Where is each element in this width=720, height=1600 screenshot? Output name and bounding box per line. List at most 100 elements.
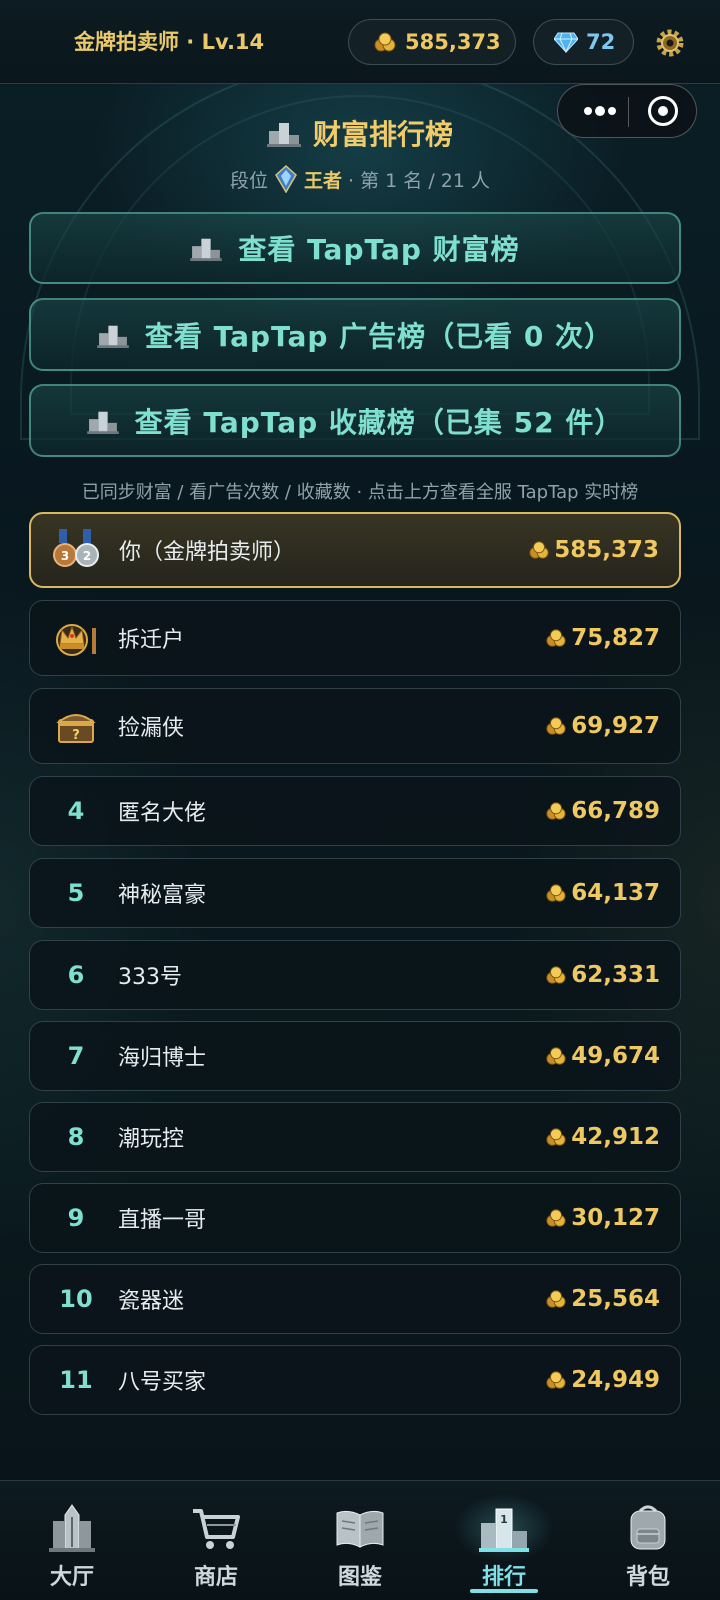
coin-balance[interactable]: 585,373 xyxy=(348,19,516,65)
tab-label: 图鉴 xyxy=(337,1565,382,1590)
rank-number: 7 xyxy=(67,1042,85,1070)
gold-coin-icon xyxy=(546,802,566,820)
bottom-tab-bar: 大厅 商店 图鉴 1 排行 背包 xyxy=(0,1480,720,1600)
coin-amount: 585,373 xyxy=(405,30,501,54)
backpack-icon xyxy=(630,1505,666,1550)
tab-backpack[interactable]: 背包 xyxy=(576,1481,720,1600)
tab-ranking[interactable]: 1 排行 xyxy=(432,1481,576,1600)
podium-icon: 1 xyxy=(479,1508,529,1552)
leaderboard-row[interactable]: 10 瓷器迷 25,564 xyxy=(29,1264,681,1334)
gold-coin-icon xyxy=(546,1209,566,1227)
podium-icon xyxy=(266,123,301,147)
diamond-icon xyxy=(554,32,578,53)
building-icon xyxy=(49,1504,95,1552)
podium-icon xyxy=(190,238,223,261)
leaderboard-row[interactable]: 6 333号 62,331 xyxy=(29,940,681,1010)
player-score: 24,949 xyxy=(545,1346,660,1414)
player-score: 25,564 xyxy=(545,1265,660,1333)
player-name: 拆迁户 xyxy=(118,628,185,653)
player-name: 瓷器迷 xyxy=(118,1289,185,1314)
leaderboard-row[interactable]: 8 潮玩控 42,912 xyxy=(29,1102,681,1172)
tab-label: 商店 xyxy=(193,1565,238,1590)
player-score: 42,912 xyxy=(545,1103,660,1171)
leaderboard-row[interactable]: 9 直播一哥 30,127 xyxy=(29,1183,681,1253)
player-score: 30,127 xyxy=(545,1184,660,1252)
player-score: 69,927 xyxy=(545,689,660,763)
tier-rank-line: 段位 王者 · 第 1 名 / 21 人 xyxy=(0,165,720,193)
score-value: 585,373 xyxy=(554,537,659,563)
player-name: 海归博士 xyxy=(118,1046,207,1071)
player-name: 神秘富豪 xyxy=(118,883,207,908)
active-tab-indicator xyxy=(470,1589,538,1593)
view-taptap-wealth-button[interactable]: 查看 TapTap 财富榜 xyxy=(29,212,681,284)
button-label: 查看 TapTap 广告榜（已看 0 次） xyxy=(144,319,614,353)
leaderboard-row[interactable]: 4 匿名大佬 66,789 xyxy=(29,776,681,846)
gold-coin-icon xyxy=(546,1128,566,1146)
gem-balance[interactable]: 72 xyxy=(533,19,634,65)
player-score: 64,137 xyxy=(545,859,660,927)
rank-number: 5 xyxy=(67,879,85,907)
player-score: 75,827 xyxy=(545,601,660,675)
leaderboard-row[interactable]: 11 八号买家 24,949 xyxy=(29,1345,681,1415)
rank-number: 8 xyxy=(67,1123,85,1151)
podium-icon xyxy=(86,411,119,434)
player-name: 捡漏侠 xyxy=(118,716,185,741)
player-name: 直播一哥 xyxy=(118,1208,207,1233)
book-icon xyxy=(336,1510,384,1548)
gear-icon[interactable] xyxy=(655,28,685,58)
rank-number: 10 xyxy=(59,1285,93,1313)
gold-coin-icon xyxy=(529,541,549,559)
gem-amount: 72 xyxy=(586,30,616,54)
view-taptap-ads-button[interactable]: 查看 TapTap 广告榜（已看 0 次） xyxy=(29,298,681,371)
score-value: 30,127 xyxy=(571,1205,660,1231)
view-taptap-collection-button[interactable]: 查看 TapTap 收藏榜（已集 52 件） xyxy=(29,384,681,457)
gold-coin-icon xyxy=(546,884,566,902)
rank-position: · 第 1 名 / 21 人 xyxy=(348,169,490,192)
crown-icon xyxy=(56,624,96,656)
gold-coin-icon xyxy=(546,717,566,735)
score-value: 24,949 xyxy=(571,1367,660,1393)
score-value: 25,564 xyxy=(571,1286,660,1312)
svg-text:2: 2 xyxy=(83,549,91,563)
player-name: 你（金牌拍卖师） xyxy=(119,540,296,565)
leaderboard-row[interactable]: 拆迁户 75,827 xyxy=(29,600,681,676)
tab-label: 背包 xyxy=(625,1565,670,1590)
svg-text:3: 3 xyxy=(61,549,69,563)
leaderboard-title: 财富排行榜 xyxy=(0,113,720,153)
sync-note: 已同步财富 / 看广告次数 / 收藏数 · 点击上方查看全服 TapTap 实时… xyxy=(81,482,639,503)
svg-text:?: ? xyxy=(72,728,80,743)
rank-badge: ? xyxy=(48,689,104,763)
tab-label: 排行 xyxy=(481,1565,526,1590)
score-value: 62,331 xyxy=(571,962,660,988)
gold-coin-icon xyxy=(546,1047,566,1065)
tab-lobby[interactable]: 大厅 xyxy=(0,1481,144,1600)
score-value: 49,674 xyxy=(571,1043,660,1069)
top-bar: 金牌拍卖师 · Lv.14 585,373 72 xyxy=(0,0,720,84)
mystery-chest-icon: ? xyxy=(56,714,96,743)
tier-name: 王者 xyxy=(304,169,343,192)
player-score: 49,674 xyxy=(545,1022,660,1090)
gold-coin-icon xyxy=(546,1371,566,1389)
podium-icon xyxy=(97,325,129,348)
leaderboard-row-self[interactable]: 3 2 你（金牌拍卖师） 585,373 xyxy=(29,512,681,588)
tier-prefix: 段位 xyxy=(230,169,269,192)
leaderboard-row[interactable]: ? 捡漏侠 69,927 xyxy=(29,688,681,764)
player-name-level: 金牌拍卖师 · Lv.14 xyxy=(74,30,265,54)
gold-coin-icon xyxy=(546,966,566,984)
tab-catalog[interactable]: 图鉴 xyxy=(288,1481,432,1600)
gold-coin-icon xyxy=(546,1290,566,1308)
rank-number: 9 xyxy=(67,1204,85,1232)
player-score: 62,331 xyxy=(545,941,660,1009)
gold-coin-icon xyxy=(374,32,396,52)
score-value: 42,912 xyxy=(571,1124,660,1150)
tier-crystal-icon xyxy=(275,165,297,193)
player-score: 66,789 xyxy=(545,777,660,845)
leaderboard-row[interactable]: 7 海归博士 49,674 xyxy=(29,1021,681,1091)
score-value: 75,827 xyxy=(571,625,660,651)
player-name: 333号 xyxy=(118,965,182,990)
score-value: 69,927 xyxy=(571,713,660,739)
tab-shop[interactable]: 商店 xyxy=(144,1481,288,1600)
rank-number: 6 xyxy=(67,961,85,989)
score-value: 64,137 xyxy=(571,880,660,906)
leaderboard-row[interactable]: 5 神秘富豪 64,137 xyxy=(29,858,681,928)
